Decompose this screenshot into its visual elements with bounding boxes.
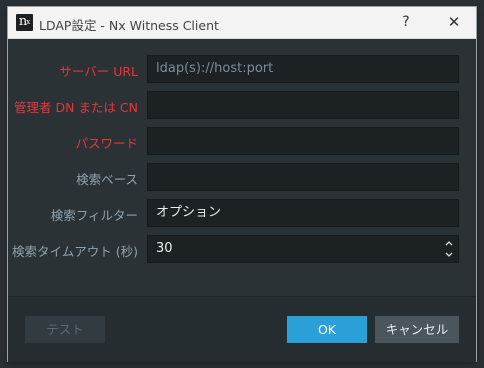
logo-superscript: x [26,18,31,26]
ldap-settings-dialog: nx LDAP設定 - Nx Witness Client ? ✕ サーバー U… [8,7,476,362]
password-label: パスワード [75,136,138,151]
nx-logo-icon: nx [16,14,33,31]
ok-button[interactable]: OK [287,316,367,343]
password-input[interactable] [147,127,459,155]
server-url-label: サーバー URL [59,64,138,79]
title-bar: nx LDAP設定 - Nx Witness Client ? ✕ [8,7,476,39]
password-row: パスワード [8,127,476,155]
help-icon[interactable]: ? [394,11,418,33]
admin-dn-input[interactable] [147,91,459,119]
close-icon[interactable]: ✕ [442,11,466,33]
search-timeout-spinbox[interactable]: 30 [147,235,459,263]
search-base-row: 検索ベース [8,163,476,191]
search-base-label: 検索ベース [76,172,138,187]
spin-arrows-icon[interactable] [444,237,454,261]
search-timeout-label: 検索タイムアウト (秒) [12,244,138,259]
server-url-row: サーバー URL ldap(s)://host:port [8,55,476,83]
search-timeout-value: 30 [156,241,173,256]
dialog-footer: テスト OK キャンセル [8,296,476,362]
search-filter-row: 検索フィルター オプション [8,199,476,227]
search-filter-input[interactable]: オプション [147,199,459,227]
window-title: LDAP設定 - Nx Witness Client [39,18,219,33]
admin-dn-row: 管理者 DN または CN [8,91,476,119]
search-base-input[interactable] [147,163,459,191]
search-timeout-row: 検索タイムアウト (秒) 30 [8,235,476,263]
search-filter-label: 検索フィルター [50,208,138,223]
server-url-input[interactable]: ldap(s)://host:port [147,55,459,83]
test-button[interactable]: テスト [25,316,105,343]
cancel-button[interactable]: キャンセル [375,316,459,343]
spin-arrows-svg [445,241,453,257]
admin-dn-label: 管理者 DN または CN [14,100,138,115]
